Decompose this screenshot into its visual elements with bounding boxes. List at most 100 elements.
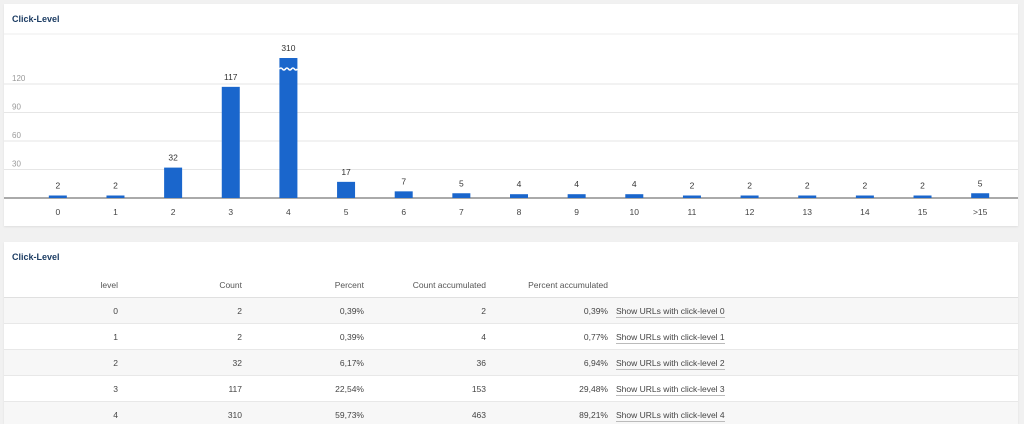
x-tick-label: 13 xyxy=(803,207,813,217)
header-link xyxy=(608,273,1018,298)
data-label: 2 xyxy=(113,181,118,191)
x-tick-label: 6 xyxy=(401,207,406,217)
data-label: 7 xyxy=(401,176,406,186)
show-urls-link[interactable]: Show URLs with click-level 4 xyxy=(616,409,725,422)
cell-link: Show URLs with click-level 4 xyxy=(608,401,1018,424)
cell-count-accumulated: 4 xyxy=(364,323,486,350)
chart-card: Click-Level 30 60 90 120 2 0 2 1 32 2 117 3 310 4 17 5 7… xyxy=(4,4,1018,226)
cell-level: 2 xyxy=(4,349,118,376)
bar xyxy=(510,194,528,198)
bar xyxy=(452,193,471,198)
x-tick-label: 14 xyxy=(860,207,870,217)
cell-level: 4 xyxy=(4,401,118,424)
header-count: Count xyxy=(118,273,242,298)
data-label: 117 xyxy=(224,72,238,82)
cell-count-accumulated: 463 xyxy=(364,401,486,424)
bar xyxy=(48,195,67,198)
table-row: 1 2 0,39% 4 0,77% Show URLs with click-l… xyxy=(4,323,1018,350)
x-tick-label: 15 xyxy=(918,207,928,217)
show-urls-link[interactable]: Show URLs with click-level 0 xyxy=(616,305,725,318)
data-label: 17 xyxy=(341,167,351,177)
table-row: 2 32 6,17% 36 6,94% Show URLs with click… xyxy=(4,349,1018,376)
x-tick-label: 5 xyxy=(344,207,349,217)
cell-link: Show URLs with click-level 0 xyxy=(608,297,1018,324)
cell-link: Show URLs with click-level 3 xyxy=(608,375,1018,402)
data-label: 4 xyxy=(517,179,522,189)
cell-count: 32 xyxy=(118,349,242,376)
cell-percent: 6,17% xyxy=(242,349,364,376)
data-label: 2 xyxy=(920,181,925,191)
x-tick-label: 1 xyxy=(113,207,118,217)
data-label: 4 xyxy=(574,179,579,189)
header-level: level xyxy=(4,273,118,298)
bar xyxy=(798,195,817,198)
data-label: 2 xyxy=(690,181,695,191)
x-tick-label: 8 xyxy=(517,207,522,217)
cell-count-accumulated: 2 xyxy=(364,297,486,324)
cell-percent-accumulated: 0,77% xyxy=(486,323,608,350)
x-tick-label: 3 xyxy=(228,207,233,217)
cell-percent-accumulated: 89,21% xyxy=(486,401,608,424)
table-row: 4 310 59,73% 463 89,21% Show URLs with c… xyxy=(4,401,1018,424)
cell-count: 117 xyxy=(118,375,242,402)
table-header-row: level Count Percent Count accumulated Pe… xyxy=(4,273,1018,298)
cell-percent-accumulated: 29,48% xyxy=(486,375,608,402)
bar xyxy=(740,195,759,198)
cell-percent-accumulated: 6,94% xyxy=(486,349,608,376)
show-urls-link[interactable]: Show URLs with click-level 2 xyxy=(616,357,725,370)
bar-chart: 3060901202021322117331041757657484941021… xyxy=(4,33,1018,217)
cell-percent: 0,39% xyxy=(242,323,364,350)
bar xyxy=(106,195,125,198)
bar xyxy=(164,167,183,198)
x-tick-label: 10 xyxy=(630,207,640,217)
bar xyxy=(855,195,874,198)
y-tick-label: 60 xyxy=(12,131,21,140)
axis-break-mark xyxy=(278,67,299,71)
x-tick-label: 11 xyxy=(688,207,697,217)
x-tick-label: 9 xyxy=(574,207,579,217)
cell-count: 2 xyxy=(118,323,242,350)
cell-percent: 0,39% xyxy=(242,297,364,324)
data-label: 2 xyxy=(55,181,60,191)
click-level-table: level Count Percent Count accumulated Pe… xyxy=(4,273,1018,424)
bar xyxy=(394,191,413,198)
data-label: 32 xyxy=(168,153,178,163)
cell-link: Show URLs with click-level 1 xyxy=(608,323,1018,350)
cell-percent: 22,54% xyxy=(242,375,364,402)
x-tick-label: 0 xyxy=(55,207,60,217)
cell-count-accumulated: 153 xyxy=(364,375,486,402)
cell-level: 0 xyxy=(4,297,118,324)
cell-percent-accumulated: 0,39% xyxy=(486,297,608,324)
x-tick-label: 12 xyxy=(745,207,755,217)
bar xyxy=(279,58,298,198)
data-label: 310 xyxy=(281,43,295,53)
table-card: Click-Level level Count Percent Count ac… xyxy=(4,242,1018,424)
show-urls-link[interactable]: Show URLs with click-level 3 xyxy=(616,383,725,396)
bar xyxy=(337,181,356,198)
table-row: 3 117 22,54% 153 29,48% Show URLs with c… xyxy=(4,375,1018,402)
bar xyxy=(971,193,990,198)
x-tick-label: >15 xyxy=(973,207,988,217)
bar xyxy=(221,86,240,198)
data-label: 2 xyxy=(805,181,810,191)
data-label: 4 xyxy=(632,179,637,189)
y-tick-label: 120 xyxy=(12,74,26,83)
y-tick-label: 90 xyxy=(12,103,21,112)
table-row: 0 2 0,39% 2 0,39% Show URLs with click-l… xyxy=(4,297,1018,324)
data-label: 5 xyxy=(459,178,464,188)
data-label: 2 xyxy=(747,181,752,191)
header-percent-accumulated: Percent accumulated xyxy=(486,273,608,298)
cell-percent: 59,73% xyxy=(242,401,364,424)
data-label: 2 xyxy=(863,181,868,191)
cell-count-accumulated: 36 xyxy=(364,349,486,376)
cell-count: 2 xyxy=(118,297,242,324)
bar xyxy=(625,194,644,198)
x-tick-label: 4 xyxy=(286,207,291,217)
bar xyxy=(913,195,932,198)
cell-count: 310 xyxy=(118,401,242,424)
x-tick-label: 2 xyxy=(171,207,176,217)
header-percent: Percent xyxy=(242,273,364,298)
cell-level: 1 xyxy=(4,323,118,350)
data-label: 5 xyxy=(978,178,983,188)
show-urls-link[interactable]: Show URLs with click-level 1 xyxy=(616,331,725,344)
